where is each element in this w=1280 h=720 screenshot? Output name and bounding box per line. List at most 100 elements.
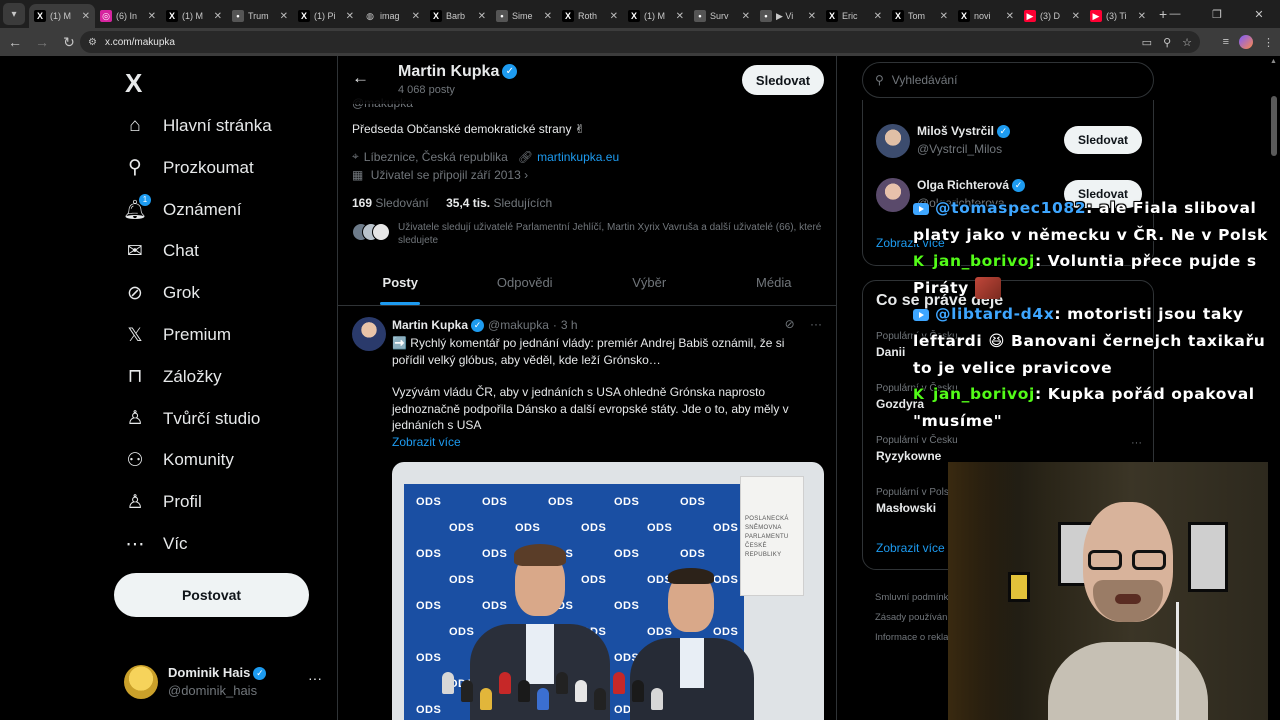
tab-close-icon[interactable]: ✕	[214, 11, 222, 22]
site-info-icon[interactable]: ⚙	[88, 37, 97, 48]
tab-close-icon[interactable]: ✕	[1006, 11, 1014, 22]
browser-tab[interactable]: X (1) M ✕	[623, 4, 689, 28]
search-input[interactable]: ⚲ Vyhledávání	[862, 62, 1154, 98]
follow-button[interactable]: Sledovat	[1064, 126, 1142, 154]
tweet-author[interactable]: Martin Kupka	[392, 318, 468, 332]
tweet-time[interactable]: 3 h	[561, 318, 578, 332]
tab-odpov-di[interactable]: Odpovědi	[463, 260, 588, 305]
trend-item[interactable]: Populární v Česku Ryzykowne ···	[876, 435, 1142, 463]
tab-close-icon[interactable]: ✕	[280, 11, 288, 22]
grok-icon[interactable]: ⊘	[785, 317, 795, 331]
url-text: x.com/makupka	[104, 36, 175, 48]
browser-profile-avatar[interactable]	[1239, 35, 1253, 49]
tab-posty[interactable]: Posty	[338, 260, 463, 305]
tweet[interactable]: Martin Kupka ✓ @makupka · 3 h ⊘ ··· ➡️ R…	[338, 307, 836, 720]
address-bar[interactable]: ⚙ x.com/makupka ▭ ⚲ ☆	[80, 31, 1200, 53]
tab-search-dropdown-icon[interactable]: ▾	[3, 3, 25, 25]
tab-close-icon[interactable]: ✕	[82, 11, 90, 22]
tab-close-icon[interactable]: ✕	[412, 11, 420, 22]
cast-icon[interactable]: ▭	[1142, 36, 1152, 49]
chat-username: jan_borivoj	[933, 252, 1035, 271]
browser-tab[interactable]: X (1) Pi ✕	[293, 4, 359, 28]
show-more-link[interactable]: Zobrazit více	[876, 541, 945, 555]
browser-tab[interactable]: • Sime ✕	[491, 4, 557, 28]
browser-tab[interactable]: • Trum ✕	[227, 4, 293, 28]
show-more-link[interactable]: Zobrazit více	[392, 435, 461, 449]
reload-icon[interactable]: ↻	[57, 34, 81, 51]
nav-item-ozn-men-[interactable]: 🔔︎ 1 Oznámení	[123, 190, 241, 230]
followed-by[interactable]: Uživatele sledují uživatelé Parlamentní …	[352, 221, 822, 249]
browser-tab[interactable]: ▶ (3) Ti ✕	[1085, 4, 1151, 28]
nav-item-v-c[interactable]: ⋯ Víc	[124, 524, 188, 564]
website-link[interactable]: martinkupka.eu	[537, 150, 619, 164]
restore-icon[interactable]: ❐	[1196, 8, 1238, 21]
tab-close-icon[interactable]: ✕	[874, 11, 882, 22]
microphone	[651, 688, 663, 710]
bookmark-star-icon[interactable]: ☆	[1182, 36, 1192, 49]
microphone	[632, 680, 644, 702]
browser-tab[interactable]: X Barb ✕	[425, 4, 491, 28]
nav-item-profil[interactable]: ♙ Profil	[124, 482, 201, 522]
reading-list-icon[interactable]: ≡	[1223, 36, 1229, 48]
nav-item-chat[interactable]: ✉ Chat	[124, 231, 199, 271]
more-dots-icon[interactable]: ···	[810, 317, 822, 331]
tab-close-icon[interactable]: ✕	[742, 11, 750, 22]
nav-item-z-lo-ky[interactable]: ⊓ Záložky	[124, 357, 222, 397]
back-arrow-icon[interactable]: ←	[352, 68, 369, 88]
minimize-icon[interactable]: —	[1154, 8, 1196, 20]
tab-close-icon[interactable]: ✕	[1138, 11, 1146, 22]
browser-tab[interactable]: X (1) M ✕	[29, 4, 95, 28]
nav-item-hlavn-str-nka[interactable]: ⌂ Hlavní stránka	[124, 106, 271, 146]
page-scrollbar[interactable]: ▲	[1268, 56, 1280, 720]
suggestion-handle: @Vystrcil_Milos	[917, 142, 1003, 156]
browser-tab[interactable]: X Roth ✕	[557, 4, 623, 28]
person-icon: ♙	[126, 491, 144, 513]
more-dots-icon[interactable]: ···	[308, 670, 322, 686]
browser-tab[interactable]: X Tom ✕	[887, 4, 953, 28]
tab-close-icon[interactable]: ✕	[346, 11, 354, 22]
more-dots-icon[interactable]: ···	[1131, 437, 1142, 449]
avatar[interactable]	[352, 317, 386, 351]
nav-item-komunity[interactable]: ⚇ Komunity	[124, 440, 233, 480]
zoom-icon[interactable]: ⚲	[1163, 36, 1171, 49]
tab-v-b-r[interactable]: Výběr	[587, 260, 712, 305]
browser-menu-icon[interactable]: ⋮	[1263, 36, 1274, 49]
followers-stat[interactable]: 35,4 tis. Sledujících	[446, 196, 552, 210]
tab-close-icon[interactable]: ✕	[808, 11, 816, 22]
browser-tab[interactable]: ◎ (6) In ✕	[95, 4, 161, 28]
back-nav-icon[interactable]: ←	[3, 34, 27, 50]
scrollbar-thumb[interactable]	[1271, 96, 1277, 156]
browser-tab[interactable]: X Eric ✕	[821, 4, 887, 28]
browser-tab[interactable]: X (1) M ✕	[161, 4, 227, 28]
tweet-photo[interactable]: ODS ODS ODS ODS ODS ODS ODS ODS ODS ODS ODS ODS ODS O…	[392, 462, 824, 720]
post-button[interactable]: Postovat	[114, 573, 309, 617]
account-switcher[interactable]: Dominik Hais ✓ @dominik_hais ···	[124, 662, 324, 702]
suggestion-item[interactable]: Miloš Vystrčil ✓ @Vystrcil_Milos Sledovat	[876, 120, 1142, 160]
tab-close-icon[interactable]: ✕	[610, 11, 618, 22]
tab-close-icon[interactable]: ✕	[676, 11, 684, 22]
nav-item-grok[interactable]: ⊘ Grok	[124, 273, 200, 313]
browser-tab[interactable]: ▶ (3) D ✕	[1019, 4, 1085, 28]
following-stat[interactable]: 169 Sledování	[352, 196, 429, 210]
forward-nav-icon[interactable]: →	[30, 34, 54, 50]
tab-close-icon[interactable]: ✕	[1072, 11, 1080, 22]
tab-m-dia[interactable]: Média	[712, 260, 837, 305]
following-label: Sledování	[375, 196, 429, 210]
browser-tab[interactable]: • ▶ Vi ✕	[755, 4, 821, 28]
browser-tab[interactable]: Xnovi ✕	[953, 4, 1019, 28]
youtube-icon	[913, 202, 929, 215]
scroll-up-icon[interactable]: ▲	[1270, 58, 1277, 65]
tab-close-icon[interactable]: ✕	[544, 11, 552, 22]
tab-close-icon[interactable]: ✕	[478, 11, 486, 22]
browser-tab[interactable]: ◍ imag ✕	[359, 4, 425, 28]
nav-item-tv-r-studio[interactable]: ♙ Tvůrčí studio	[124, 399, 260, 439]
close-window-icon[interactable]: ✕	[1238, 8, 1280, 21]
tab-close-icon[interactable]: ✕	[148, 11, 156, 22]
nav-item-premium[interactable]: 𝕏 Premium	[124, 315, 231, 355]
tab-close-icon[interactable]: ✕	[940, 11, 948, 22]
browser-tab[interactable]: • Surv ✕	[689, 4, 755, 28]
follow-button[interactable]: Sledovat	[742, 65, 824, 95]
joined-row[interactable]: ▦ Uživatel se připojil září 2013 ›	[352, 168, 528, 182]
nav-item-prozkoumat[interactable]: ⚲ Prozkoumat	[124, 148, 254, 188]
x-logo[interactable]: X	[125, 68, 142, 99]
